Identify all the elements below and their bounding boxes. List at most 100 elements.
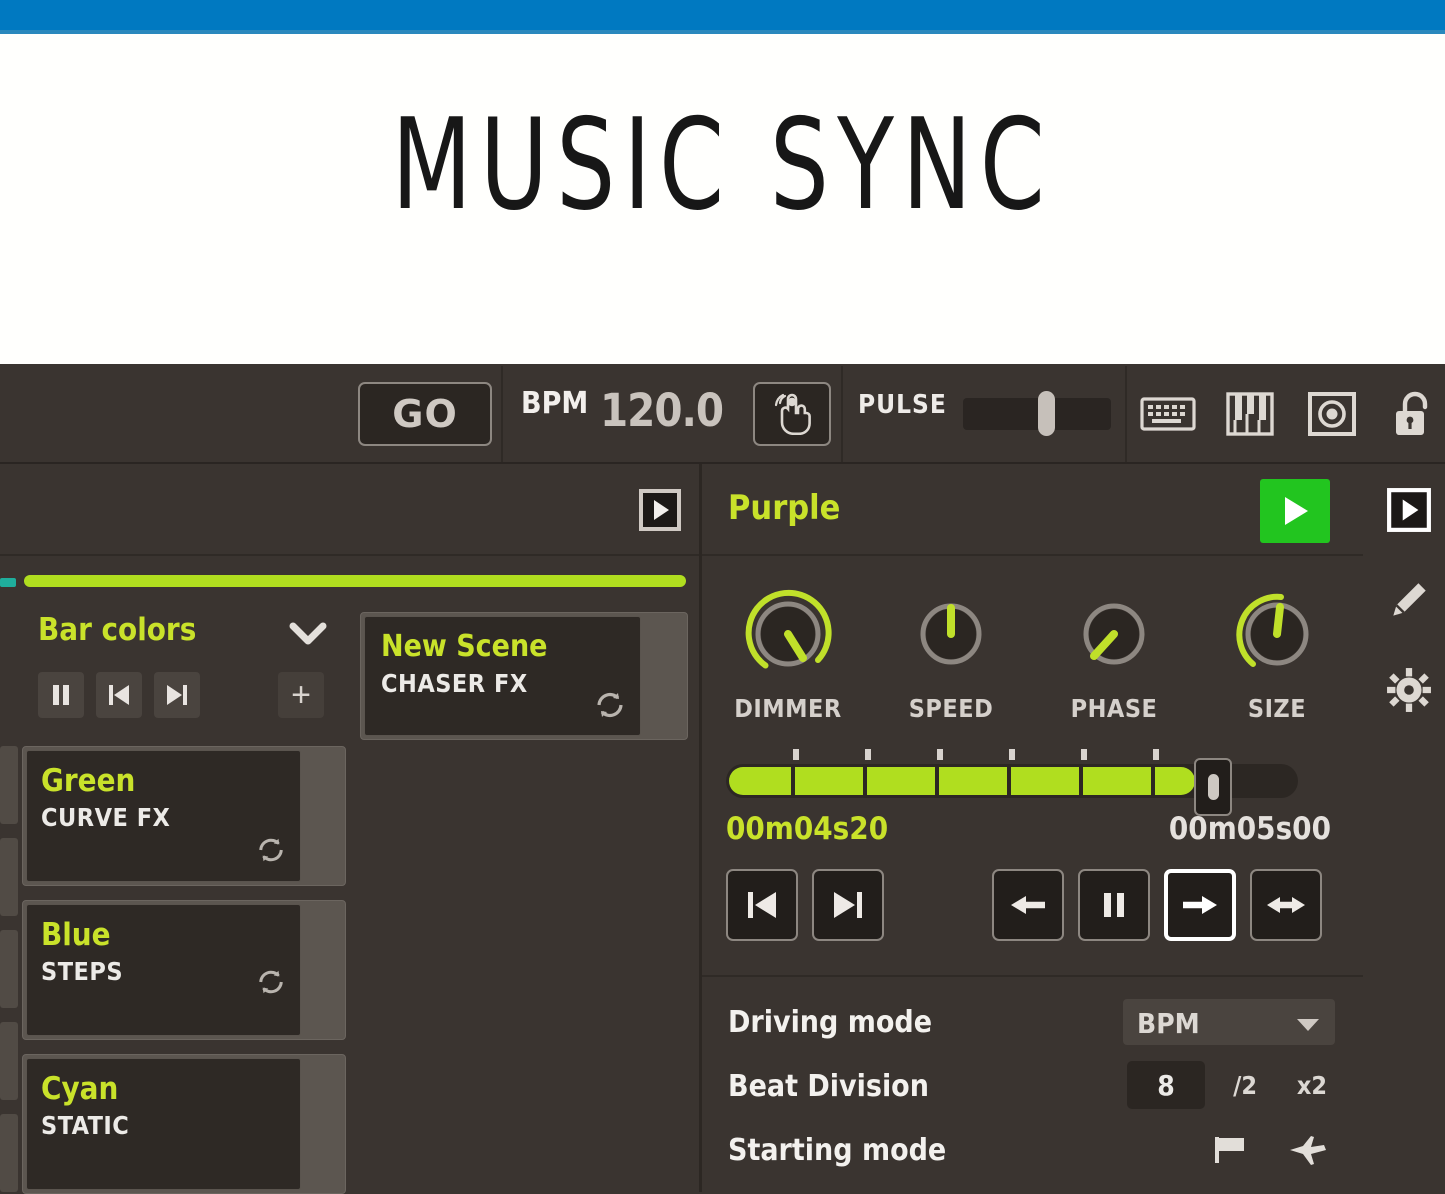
go-button[interactable]: GO [358,382,492,446]
left-panel-controls: Bar colors + New Scene CHASER FX [0,594,699,742]
app-window: GO BPM 120.0 PULSE Bar colors + New Scen… [0,364,1445,1194]
panel-expand-icon[interactable] [638,488,682,537]
next-button[interactable] [154,672,200,718]
flag-icon[interactable] [1211,1133,1251,1172]
toolbar-icon-group [1140,386,1442,442]
progress-tick [1081,749,1087,760]
green-level-bar[interactable] [24,575,686,587]
unlock-padlock-icon[interactable] [1386,386,1442,442]
toolbar-divider-3 [1125,366,1127,462]
previous-button[interactable] [96,672,142,718]
audio-input-icon[interactable] [1304,386,1360,442]
scene-card[interactable]: Blue STEPS [22,900,346,1040]
scene-stub[interactable] [0,746,18,824]
skip-previous-icon [109,685,129,705]
forward-button[interactable] [1164,869,1236,941]
driving-mode-value: BPM [1137,1007,1200,1040]
right-panel: Purple DIMMER SPEED PHASE SIZE 00m04s20 … [702,464,1363,1192]
progress-segment-divider [791,767,795,795]
bpm-value[interactable]: 120.0 [600,384,724,437]
list-item[interactable]: Cyan STATIC [22,1054,360,1194]
top-blue-band [0,0,1445,30]
scene-name: Green [41,763,136,799]
pause-button[interactable] [38,672,84,718]
list-item[interactable]: Green CURVE FX [22,746,360,886]
beat-division-label: Beat Division [728,1069,929,1104]
scene-stub[interactable] [0,1114,18,1192]
progress-segment-divider [1151,767,1155,795]
reverse-button[interactable] [992,869,1064,941]
scene-card[interactable]: Cyan STATIC [22,1054,346,1194]
panel-expand-icon[interactable] [1385,486,1433,534]
speed-knob[interactable]: SPEED [889,580,1014,723]
left-panel-header [0,464,699,556]
progress-tick [1009,749,1015,760]
left-panel: Bar colors + New Scene CHASER FX Green C… [0,464,699,1194]
add-scene-button[interactable]: + [278,672,324,718]
new-scene-card-body: New Scene CHASER FX [364,616,641,736]
chevron-down-icon[interactable] [288,620,328,653]
scene-type: CURVE FX [41,803,171,832]
scene-card-body: Blue STEPS [26,904,301,1036]
jump-to-end-button[interactable] [812,869,884,941]
hero-section: MUSIC SYNC [0,34,1445,364]
settings-divider [702,975,1363,977]
edit-pencil-icon[interactable] [1385,576,1433,624]
tap-hand-icon [774,393,811,435]
new-scene-card[interactable]: New Scene CHASER FX [360,612,688,740]
scene-stub-column [0,746,18,1194]
list-item[interactable]: Blue STEPS [22,900,360,1040]
cyan-indicator-chip [0,578,16,587]
toolbar-divider-1 [501,366,503,462]
pulse-slider-handle[interactable] [1038,391,1055,436]
progress-segment-divider [935,767,939,795]
page-title: MUSIC SYNC [391,91,1054,238]
scene-stub[interactable] [0,930,18,1008]
plane-icon[interactable] [1287,1133,1329,1172]
beat-division-value[interactable]: 8 [1127,1061,1205,1109]
phase-knob[interactable]: PHASE [1052,580,1177,723]
progress-segment-divider [863,767,867,795]
beat-division-double-button[interactable]: x2 [1297,1071,1327,1100]
scene-card[interactable]: Green CURVE FX [22,746,346,886]
play-button[interactable] [1260,479,1330,543]
beat-division-halve-button[interactable]: /2 [1233,1071,1257,1100]
scene-stub[interactable] [0,1022,18,1100]
knob-label: SIZE [1247,694,1307,723]
pause-button[interactable] [1078,869,1150,941]
scene-name: Cyan [41,1071,119,1107]
loop-icon [256,836,286,869]
beat-division-row: Beat Division 8 /2 x2 [726,1055,1335,1119]
scene-card-body: Green CURVE FX [26,750,301,882]
scene-stub[interactable] [0,838,18,916]
midi-piano-icon[interactable] [1222,386,1278,442]
progress-bar[interactable] [726,749,1333,816]
right-rail [1363,464,1445,1192]
size-knob[interactable]: SIZE [1215,580,1340,723]
skip-previous-icon [748,892,776,918]
driving-mode-dropdown[interactable]: BPM [1123,999,1335,1045]
settings-gear-icon[interactable] [1385,666,1433,714]
jump-to-start-button[interactable] [726,869,798,941]
chevron-down-icon [1295,1017,1321,1038]
pulse-slider[interactable] [963,391,1111,436]
toolbar-divider-2 [841,366,843,462]
knob-row: DIMMER SPEED PHASE SIZE [702,556,1363,723]
scene-name: Blue [41,917,111,953]
new-scene-title: New Scene [381,629,548,664]
driving-mode-label: Driving mode [728,1005,933,1040]
scene-type: STEPS [41,957,124,986]
pause-icon [53,685,69,705]
driving-mode-row: Driving mode BPM [726,991,1335,1055]
dimmer-knob[interactable]: DIMMER [726,580,851,723]
starting-mode-row: Starting mode [726,1119,1335,1183]
time-row: 00m04s20 00m05s00 [726,811,1333,855]
keyboard-icon[interactable] [1140,386,1196,442]
tap-tempo-button[interactable] [753,382,831,446]
progress-track[interactable] [726,758,1298,816]
bounce-button[interactable] [1250,869,1322,941]
progress-tick [793,749,799,760]
progress-handle[interactable] [1194,758,1232,816]
knob-label: SPEED [908,694,994,723]
scene-type: STATIC [41,1111,130,1140]
